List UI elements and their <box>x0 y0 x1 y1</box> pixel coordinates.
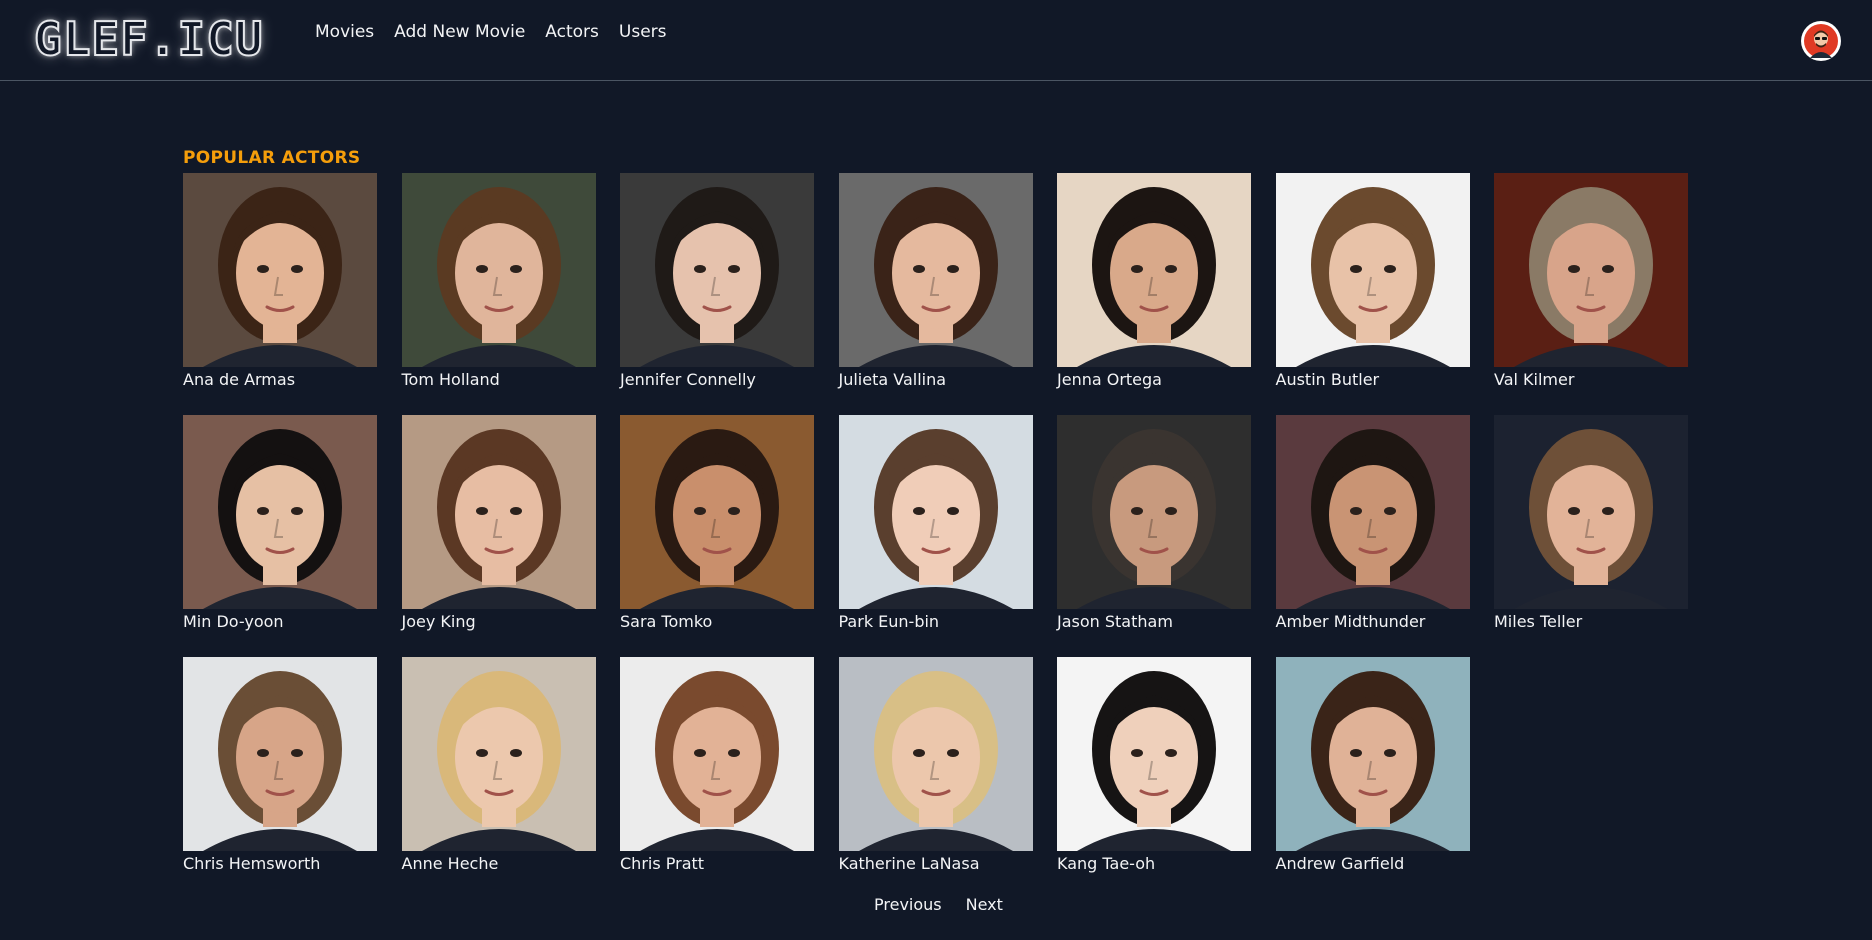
actor-card[interactable]: Kang Tae-oh <box>1057 657 1251 899</box>
actor-name[interactable]: Min Do-yoon <box>183 612 377 632</box>
actor-card[interactable]: Min Do-yoon <box>183 415 377 657</box>
actor-photo[interactable] <box>1057 657 1251 851</box>
nav-actors[interactable]: Actors <box>545 20 599 44</box>
popular-actors-heading: POPULAR ACTORS <box>183 148 361 168</box>
actor-photo[interactable] <box>620 415 814 609</box>
site-logo[interactable]: GLEF.ICU <box>22 6 264 72</box>
nav-add-new-movie[interactable]: Add New Movie <box>394 20 525 44</box>
actor-card[interactable]: Chris Hemsworth <box>183 657 377 899</box>
actor-photo[interactable] <box>183 657 377 851</box>
actor-portrait <box>401 657 596 851</box>
actor-photo[interactable] <box>838 173 1033 367</box>
actor-portrait <box>401 415 596 609</box>
actor-photo[interactable] <box>1057 173 1251 367</box>
actor-photo[interactable] <box>838 415 1033 609</box>
previous-page-button[interactable]: Previous <box>874 895 942 914</box>
actor-name[interactable]: Andrew Garfield <box>1276 854 1470 874</box>
actor-photo[interactable] <box>401 415 596 609</box>
actor-photo[interactable] <box>1494 415 1688 609</box>
actor-card[interactable]: Miles Teller <box>1494 415 1688 657</box>
actor-card[interactable]: Tom Holland <box>401 173 596 415</box>
actor-name[interactable]: Chris Pratt <box>620 854 814 874</box>
actor-portrait <box>620 173 814 367</box>
actor-name[interactable]: Tom Holland <box>402 370 596 390</box>
actor-photo[interactable] <box>401 657 596 851</box>
actor-card[interactable]: Jason Statham <box>1057 415 1251 657</box>
actor-card[interactable]: Jenna Ortega <box>1057 173 1251 415</box>
actor-portrait <box>1275 657 1470 851</box>
actor-photo[interactable] <box>183 415 377 609</box>
actor-card[interactable]: Anne Heche <box>401 657 596 899</box>
actor-name[interactable]: Jennifer Connelly <box>620 370 814 390</box>
actor-photo[interactable] <box>1494 173 1688 367</box>
actor-card[interactable]: Katherine LaNasa <box>838 657 1033 899</box>
actor-name[interactable]: Chris Hemsworth <box>183 854 377 874</box>
user-avatar-icon <box>1804 24 1838 58</box>
actor-name[interactable]: Ana de Armas <box>183 370 377 390</box>
actor-portrait <box>183 173 377 367</box>
main-nav: Movies Add New Movie Actors Users <box>315 20 667 44</box>
actor-card[interactable]: Park Eun-bin <box>838 415 1033 657</box>
top-navbar: GLEF.ICU Movies Add New Movie Actors Use… <box>0 0 1872 81</box>
actor-name[interactable]: Sara Tomko <box>620 612 814 632</box>
actor-photo[interactable] <box>1275 415 1470 609</box>
actor-portrait <box>1275 173 1470 367</box>
actor-name[interactable]: Park Eun-bin <box>839 612 1033 632</box>
actor-name[interactable]: Kang Tae-oh <box>1057 854 1251 874</box>
nav-users[interactable]: Users <box>619 20 667 44</box>
actor-portrait <box>620 657 814 851</box>
actor-photo[interactable] <box>183 173 377 367</box>
actor-photo[interactable] <box>1275 657 1470 851</box>
actor-card[interactable]: Andrew Garfield <box>1275 657 1470 899</box>
actor-portrait <box>401 173 596 367</box>
actor-name[interactable]: Miles Teller <box>1494 612 1688 632</box>
actor-photo[interactable] <box>401 173 596 367</box>
actor-card[interactable]: Ana de Armas <box>183 173 377 415</box>
next-page-button[interactable]: Next <box>966 895 1003 914</box>
actor-name[interactable]: Jason Statham <box>1057 612 1251 632</box>
actor-card[interactable]: Val Kilmer <box>1494 173 1688 415</box>
actor-photo[interactable] <box>1057 415 1251 609</box>
actor-photo[interactable] <box>620 657 814 851</box>
actor-portrait <box>1275 415 1470 609</box>
actor-portrait <box>838 173 1033 367</box>
actor-name[interactable]: Joey King <box>402 612 596 632</box>
actor-portrait <box>620 415 814 609</box>
actor-card[interactable]: Sara Tomko <box>620 415 814 657</box>
actor-photo[interactable] <box>1275 173 1470 367</box>
actor-name[interactable]: Anne Heche <box>402 854 596 874</box>
actor-portrait <box>1057 415 1251 609</box>
actor-portrait <box>183 657 377 851</box>
actor-name[interactable]: Julieta Vallina <box>839 370 1033 390</box>
actor-card[interactable]: Chris Pratt <box>620 657 814 899</box>
actor-name[interactable]: Jenna Ortega <box>1057 370 1251 390</box>
nav-movies[interactable]: Movies <box>315 20 374 44</box>
actor-name[interactable]: Val Kilmer <box>1494 370 1688 390</box>
actor-card[interactable]: Jennifer Connelly <box>620 173 814 415</box>
actor-card[interactable]: Joey King <box>401 415 596 657</box>
logo-text: GLEF.ICU <box>33 12 264 66</box>
actor-name[interactable]: Austin Butler <box>1276 370 1470 390</box>
actor-card[interactable]: Austin Butler <box>1275 173 1470 415</box>
actor-card[interactable]: Julieta Vallina <box>838 173 1033 415</box>
actor-portrait <box>838 415 1033 609</box>
actor-name[interactable]: Katherine LaNasa <box>839 854 1033 874</box>
actor-photo[interactable] <box>620 173 814 367</box>
actor-grid: Ana de Armas Tom Holland Jennifer Connelly… <box>183 173 1688 899</box>
actor-card[interactable]: Amber Midthunder <box>1275 415 1470 657</box>
actor-portrait <box>183 415 377 609</box>
actor-portrait <box>838 657 1033 851</box>
actor-photo[interactable] <box>838 657 1033 851</box>
actor-portrait <box>1494 415 1688 609</box>
pagination: Previous Next <box>874 895 1003 914</box>
user-avatar[interactable] <box>1801 21 1841 61</box>
actor-portrait <box>1057 173 1251 367</box>
actor-portrait <box>1494 173 1688 367</box>
actor-portrait <box>1057 657 1251 851</box>
actor-name[interactable]: Amber Midthunder <box>1276 612 1470 632</box>
